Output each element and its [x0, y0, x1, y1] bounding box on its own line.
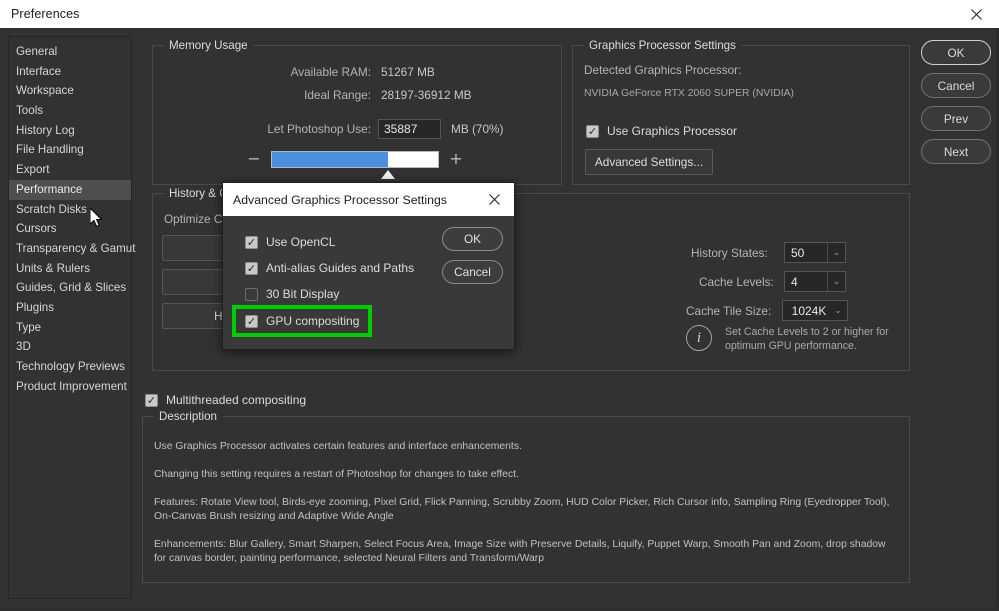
checkbox-icon: ✓ [245, 236, 258, 249]
memory-usage-group: Memory Usage Available RAM: 51267 MB Ide… [152, 45, 562, 185]
page-title: Preferences [11, 7, 80, 21]
history-states-select[interactable]: 50 ⌄ [784, 242, 846, 263]
ok-button[interactable]: OK [921, 40, 991, 65]
cache-levels-label: Cache Levels: [699, 275, 774, 289]
chevron-down-icon[interactable]: ⌄ [827, 243, 845, 262]
mouse-pointer [90, 208, 104, 228]
sidebar-item-general[interactable]: General [9, 42, 131, 62]
checkbox-icon: ✓ [586, 125, 599, 138]
next-button[interactable]: Next [921, 139, 991, 164]
sidebar-item-type[interactable]: Type [9, 318, 131, 338]
available-ram-label: Available RAM: [221, 65, 371, 79]
sidebar-item-performance[interactable]: Performance [9, 180, 131, 200]
anti-alias-guides-checkbox[interactable]: ✓ Anti-alias Guides and Paths [245, 261, 414, 275]
sidebar-item-workspace[interactable]: Workspace [9, 81, 131, 101]
use-opencl-checkbox[interactable]: ✓ Use OpenCL [245, 235, 335, 249]
checkbox-icon: ✓ [245, 315, 258, 328]
let-photoshop-use-label: Let Photoshop Use: [193, 122, 371, 136]
slider-thumb[interactable] [381, 170, 395, 179]
preferences-sidebar: General Interface Workspace Tools Histor… [8, 36, 132, 599]
detected-gpu-value: NVIDIA GeForce RTX 2060 SUPER (NVIDIA) [584, 88, 794, 99]
sidebar-item-product-improvement[interactable]: Product Improvement [9, 377, 131, 397]
sidebar-item-tools[interactable]: Tools [9, 101, 131, 121]
cache-tile-size-select[interactable]: 1024K ⌄ [782, 300, 848, 321]
description-paragraph-3: Features: Rotate View tool, Birds-eye zo… [154, 496, 896, 524]
chevron-down-icon[interactable]: ⌄ [829, 301, 847, 320]
sidebar-item-guides-grid-slices[interactable]: Guides, Grid & Slices [9, 278, 131, 298]
info-icon: i [686, 325, 712, 351]
multithreaded-compositing-label: Multithreaded compositing [166, 393, 306, 407]
chevron-down-icon[interactable]: ⌄ [827, 272, 845, 291]
cancel-button[interactable]: Cancel [921, 73, 991, 98]
use-graphics-processor-checkbox[interactable]: ✓ Use Graphics Processor [586, 124, 737, 138]
slider-track[interactable] [271, 151, 439, 168]
sidebar-item-history-log[interactable]: History Log [9, 121, 131, 141]
cache-info-line-2: optimum GPU performance. [725, 339, 857, 353]
advanced-settings-button[interactable]: Advanced Settings... [585, 149, 713, 175]
history-states-value: 50 [785, 246, 827, 260]
checkbox-icon: ✓ [145, 394, 158, 407]
close-icon[interactable] [953, 0, 999, 28]
sidebar-item-plugins[interactable]: Plugins [9, 298, 131, 318]
dialog-title: Advanced Graphics Processor Settings [233, 193, 447, 207]
plus-icon[interactable]: + [449, 152, 463, 168]
graphics-processor-legend: Graphics Processor Settings [584, 39, 741, 52]
slider-fill [272, 152, 388, 167]
available-ram-value: 51267 MB [381, 65, 435, 79]
prev-button[interactable]: Prev [921, 106, 991, 131]
sidebar-item-units-rulers[interactable]: Units & Rulers [9, 259, 131, 279]
description-group: Description Use Graphics Processor activ… [142, 416, 910, 583]
window-titlebar: Preferences [0, 0, 999, 28]
sidebar-item-transparency-gamut[interactable]: Transparency & Gamut [9, 239, 131, 259]
description-paragraph-1: Use Graphics Processor activates certain… [154, 440, 896, 454]
cache-tile-size-value: 1024K [783, 304, 829, 318]
ideal-range-label: Ideal Range: [221, 88, 371, 102]
checkbox-icon: ✓ [245, 262, 258, 275]
memory-slider[interactable]: − + [247, 149, 463, 183]
ideal-range-value: 28197-36912 MB [381, 88, 472, 102]
dialog-titlebar: Advanced Graphics Processor Settings [223, 183, 514, 216]
gpu-compositing-checkbox[interactable]: ✓ GPU compositing [245, 314, 359, 328]
graphics-processor-group: Graphics Processor Settings Detected Gra… [572, 45, 910, 185]
dialog-cancel-button[interactable]: Cancel [442, 260, 503, 284]
sidebar-item-interface[interactable]: Interface [9, 62, 131, 82]
description-paragraph-4: Enhancements: Blur Gallery, Smart Sharpe… [154, 538, 896, 566]
description-paragraph-2: Changing this setting requires a restart… [154, 468, 896, 482]
anti-alias-guides-label: Anti-alias Guides and Paths [266, 261, 414, 275]
history-states-label: History States: [691, 246, 768, 260]
cache-info-line-1: Set Cache Levels to 2 or higher for [725, 325, 889, 339]
memory-usage-legend: Memory Usage [164, 39, 253, 52]
sidebar-item-file-handling[interactable]: File Handling [9, 140, 131, 160]
use-graphics-processor-label: Use Graphics Processor [607, 124, 737, 138]
close-icon[interactable] [482, 183, 506, 216]
preferences-window: Preferences General Interface Workspace … [0, 0, 999, 611]
detected-gpu-label: Detected Graphics Processor: [584, 63, 741, 77]
sidebar-item-cursors[interactable]: Cursors [9, 219, 131, 239]
dialog-ok-button[interactable]: OK [442, 227, 503, 251]
30-bit-display-checkbox[interactable]: ✓ 30 Bit Display [245, 287, 339, 301]
checkbox-icon: ✓ [245, 288, 258, 301]
sidebar-item-technology-previews[interactable]: Technology Previews [9, 357, 131, 377]
sidebar-item-scratch-disks[interactable]: Scratch Disks [9, 200, 131, 220]
minus-icon[interactable]: − [247, 152, 261, 168]
let-photoshop-use-input[interactable]: 35887 [378, 119, 441, 139]
gpu-compositing-label: GPU compositing [266, 314, 359, 328]
description-legend: Description [154, 410, 222, 423]
cache-levels-value: 4 [785, 275, 827, 289]
window-bottom-edge [0, 607, 999, 611]
use-opencl-label: Use OpenCL [266, 235, 335, 249]
cache-levels-select[interactable]: 4 ⌄ [784, 271, 846, 292]
advanced-graphics-processor-dialog: Advanced Graphics Processor Settings ✓ U… [222, 182, 515, 350]
sidebar-item-3d[interactable]: 3D [9, 337, 131, 357]
multithreaded-compositing-checkbox[interactable]: ✓ Multithreaded compositing [145, 393, 306, 407]
30-bit-display-label: 30 Bit Display [266, 287, 339, 301]
memory-percent-label: MB (70%) [451, 122, 503, 136]
cache-tile-size-label: Cache Tile Size: [686, 304, 771, 318]
sidebar-item-export[interactable]: Export [9, 160, 131, 180]
